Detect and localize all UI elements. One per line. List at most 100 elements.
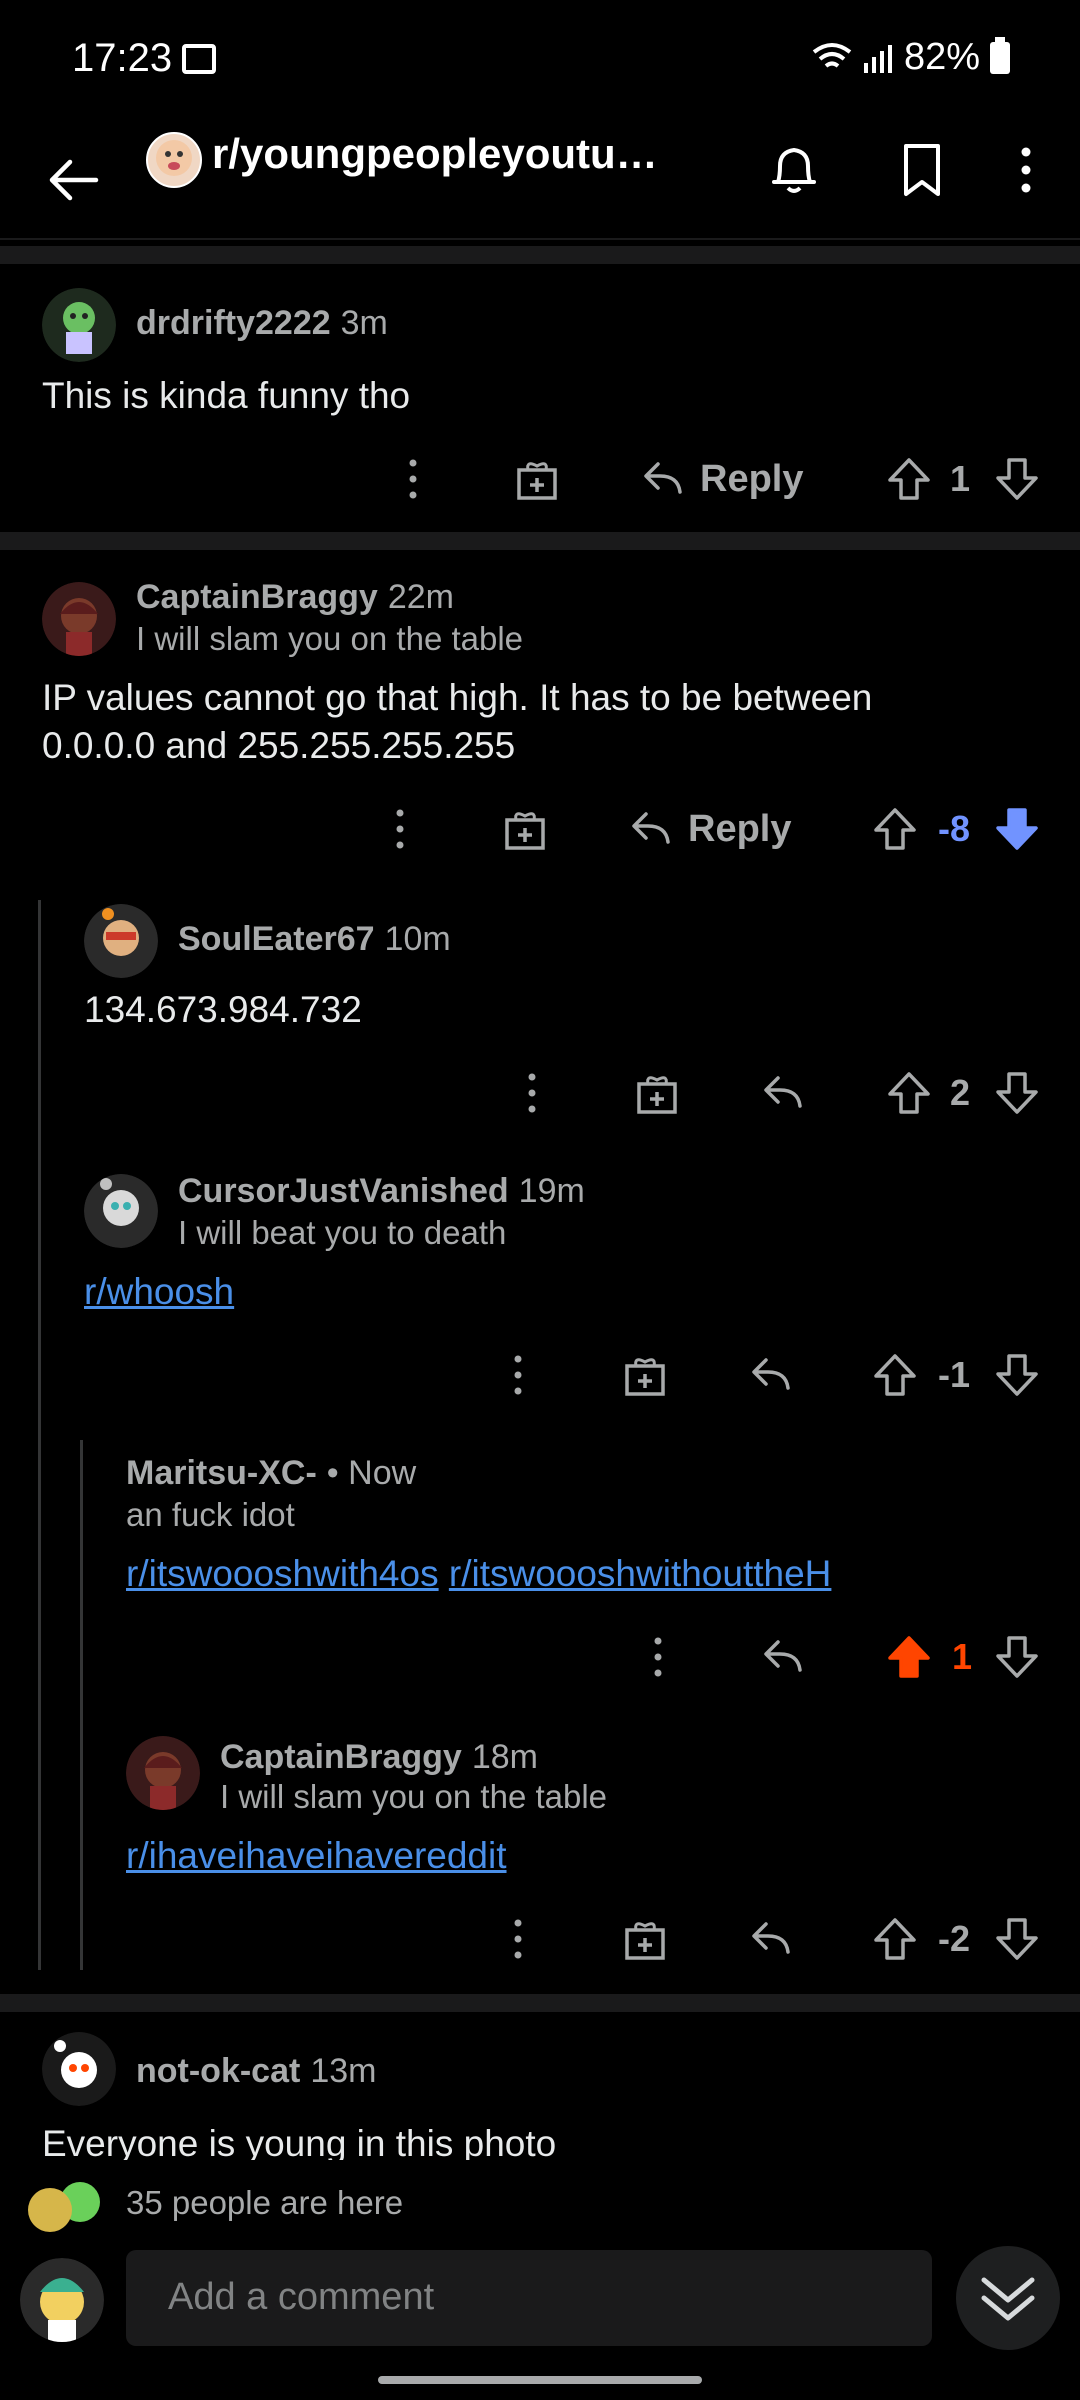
comment-body: r/itswoooshwith4os r/itswoooshwithoutthe… [126, 1550, 831, 1598]
award-icon[interactable] [622, 1904, 668, 1974]
downvote-button[interactable] [994, 1904, 1040, 1974]
downvote-button[interactable] [994, 1340, 1040, 1410]
upvote-button[interactable] [886, 1058, 932, 1128]
comment-age: • Now [326, 1454, 417, 1492]
vote-score: -1 [938, 1354, 971, 1395]
reply-icon [752, 1922, 790, 1954]
user-flair: I will beat you to death [178, 1214, 507, 1251]
reply-icon [632, 812, 670, 844]
current-user-avatar[interactable] [20, 2258, 104, 2342]
comment-input[interactable]: Add a comment [126, 2250, 932, 2346]
comment-age: 10m [384, 920, 451, 958]
bookmark-icon[interactable] [892, 138, 952, 202]
status-bar: 17:23 82% [0, 0, 1080, 120]
username[interactable]: not-ok-cat 13m [136, 2052, 376, 2091]
wifi-icon [812, 42, 852, 68]
comment-actions: -2 [0, 1904, 1080, 1974]
collapse-threads-button[interactable] [956, 2246, 1060, 2350]
avatar[interactable] [42, 582, 116, 656]
comment-age: 18m [471, 1738, 538, 1776]
gallery-notification-icon [182, 44, 216, 74]
subreddit-avatar[interactable] [146, 132, 202, 188]
reply-button[interactable] [760, 1622, 806, 1692]
home-indicator[interactable] [378, 2376, 702, 2384]
reply-button[interactable] [748, 1340, 794, 1410]
username[interactable]: CursorJustVanished 19m [178, 1172, 585, 1211]
post-header: r/youngpeopleyoutu… [0, 120, 1080, 240]
more-options-icon[interactable] [500, 1340, 536, 1410]
avatar[interactable] [84, 904, 158, 978]
double-chevron-down-icon [981, 2277, 1035, 2321]
comment-age: 3m [340, 304, 388, 342]
divider [0, 1994, 1080, 2012]
avatar[interactable] [42, 288, 116, 362]
downvote-button[interactable] [994, 1622, 1040, 1692]
comment-body: r/ihaveihaveihavereddit [126, 1832, 507, 1880]
vote-score: 1 [950, 458, 971, 499]
reply-icon [644, 462, 682, 494]
more-options-icon[interactable] [500, 1904, 536, 1974]
comment-actions: 1 [0, 1622, 1080, 1692]
reply-button[interactable] [748, 1904, 794, 1974]
divider [0, 246, 1080, 264]
subreddit-name[interactable]: r/youngpeopleyoutu… [212, 130, 658, 178]
username[interactable]: Maritsu-XC- • Now [126, 1454, 416, 1493]
avatar[interactable] [126, 1736, 200, 1810]
battery-icon [990, 36, 1010, 74]
avatar[interactable] [42, 2032, 116, 2106]
more-options-icon[interactable] [514, 1058, 550, 1128]
award-icon[interactable] [514, 444, 560, 514]
presence-count: 35 people are here [126, 2184, 404, 2221]
back-arrow-icon[interactable] [44, 150, 104, 210]
award-icon[interactable] [634, 1058, 680, 1128]
upvote-button[interactable] [886, 1622, 932, 1692]
username[interactable]: SoulEater67 10m [178, 920, 451, 959]
comment-body: IP values cannot go that high. It has to… [42, 677, 873, 766]
subreddit-link[interactable]: r/whoosh [84, 1271, 234, 1312]
award-icon[interactable] [622, 1340, 668, 1410]
online-users-avatars [28, 2182, 100, 2232]
comment-body: This is kinda funny tho [42, 375, 411, 416]
more-options-icon[interactable] [382, 794, 418, 864]
avatar[interactable] [84, 1174, 158, 1248]
subreddit-link[interactable]: r/ihaveihaveihavereddit [126, 1835, 507, 1876]
user-flair: an fuck idot [126, 1496, 295, 1533]
comment-body: r/whoosh [84, 1268, 234, 1316]
username[interactable]: drdrifty2222 3m [136, 304, 388, 343]
comment-age: 19m [518, 1172, 585, 1210]
comment-age: 13m [310, 2052, 377, 2090]
more-options-icon[interactable] [996, 138, 1056, 202]
more-options-icon[interactable] [640, 1622, 676, 1692]
reply-icon [752, 1358, 790, 1390]
comment-actions: Reply 1 [0, 444, 1080, 514]
downvote-button[interactable] [994, 794, 1040, 864]
comment-age: 22m [387, 578, 454, 616]
user-flair: I will slam you on the table [220, 1778, 608, 1815]
reply-button[interactable]: Reply [640, 444, 803, 514]
comment-actions: Reply -8 [0, 794, 1080, 864]
reply-button[interactable] [760, 1058, 806, 1128]
vote-score: -8 [938, 808, 971, 849]
downvote-button[interactable] [994, 1058, 1040, 1128]
upvote-button[interactable] [872, 794, 918, 864]
upvote-button[interactable] [886, 444, 932, 514]
comment-actions: -1 [0, 1340, 1080, 1410]
comment-composer-bar: 35 people are here Add a comment [0, 2160, 1080, 2400]
signal-icon [863, 44, 892, 73]
username[interactable]: CaptainBraggy 18m [220, 1738, 538, 1777]
award-icon[interactable] [502, 794, 548, 864]
vote-score: -2 [938, 1918, 971, 1959]
bell-icon[interactable] [764, 138, 824, 202]
vote-score: 1 [952, 1636, 973, 1677]
reply-button[interactable]: Reply [628, 794, 791, 864]
upvote-button[interactable] [872, 1340, 918, 1410]
username[interactable]: CaptainBraggy 22m [136, 578, 454, 617]
battery-percent: 82% [903, 36, 980, 78]
user-flair: I will slam you on the table [136, 620, 524, 657]
thread-line[interactable] [80, 1440, 83, 1970]
downvote-button[interactable] [994, 444, 1040, 514]
upvote-button[interactable] [872, 1904, 918, 1974]
more-options-icon[interactable] [395, 444, 431, 514]
subreddit-link[interactable]: r/itswoooshwith4os [126, 1553, 439, 1594]
subreddit-link[interactable]: r/itswoooshwithouttheH [449, 1553, 832, 1594]
